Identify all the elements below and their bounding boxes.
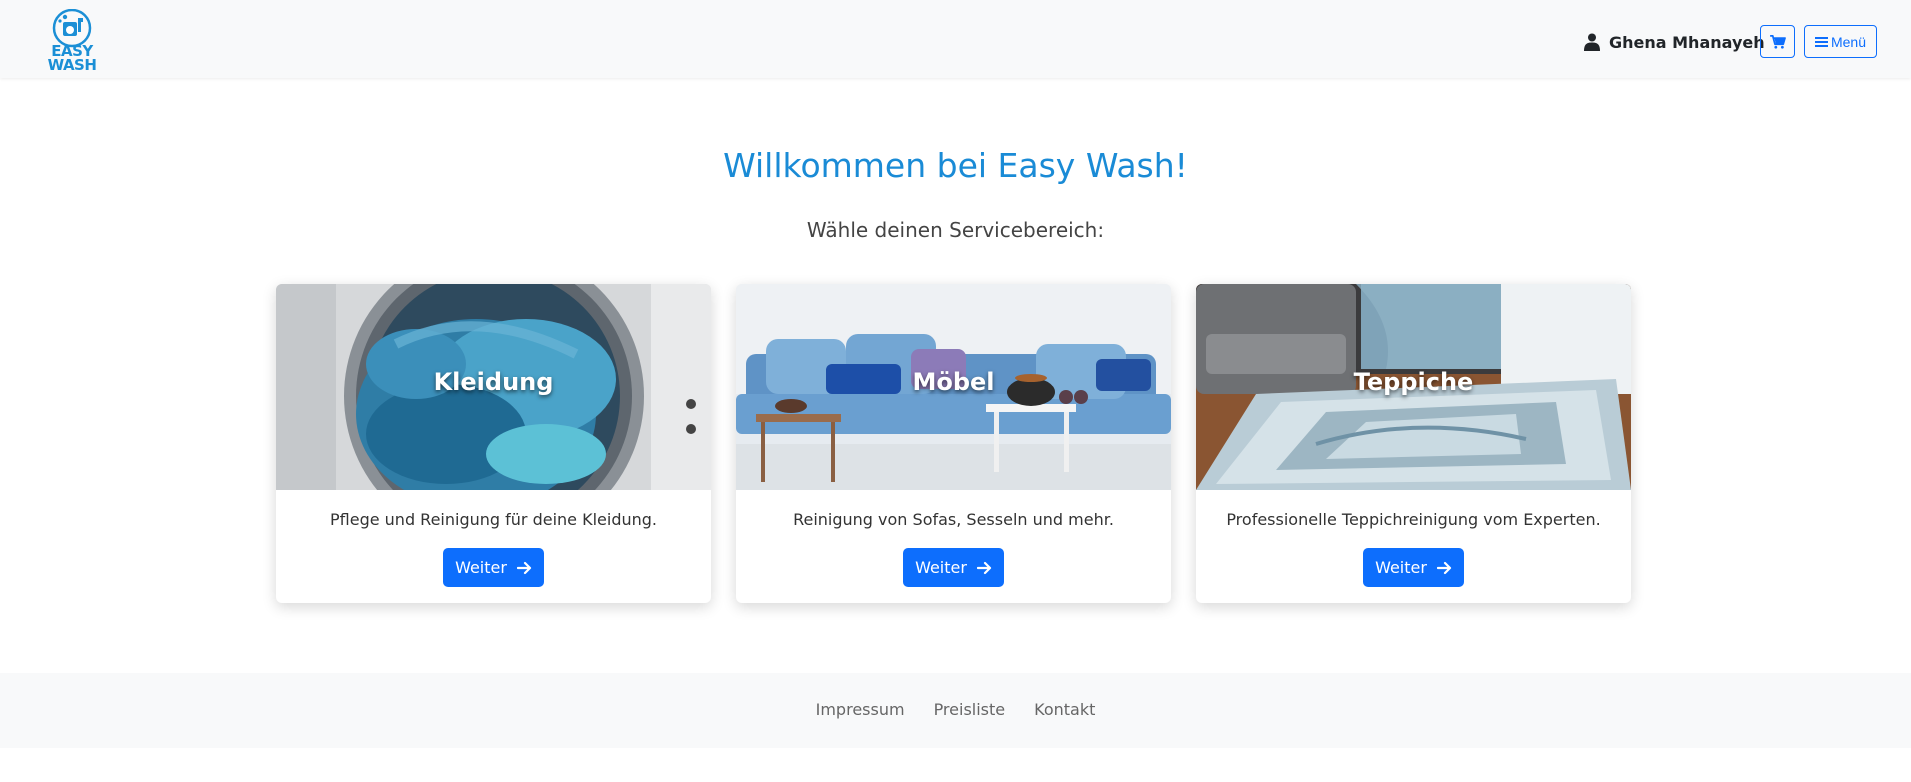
arrow-right-icon bbox=[516, 561, 532, 574]
weiter-label: Weiter bbox=[915, 558, 967, 577]
card-description: Pflege und Reinigung für deine Kleidung. bbox=[330, 510, 657, 529]
arrow-right-icon bbox=[1436, 561, 1452, 574]
service-card-moebel: Möbel Reinigung von Sofas, Sesseln und m… bbox=[736, 284, 1171, 603]
menu-button[interactable]: Menü bbox=[1804, 25, 1877, 58]
navbar: EASY WASH Ghena Mhanayeh Menü bbox=[0, 0, 1911, 78]
arrow-right-icon bbox=[976, 561, 992, 574]
footer-link-preisliste[interactable]: Preisliste bbox=[934, 700, 1006, 719]
card-image-label: Möbel bbox=[912, 368, 995, 396]
page-title: Willkommen bei Easy Wash! bbox=[723, 146, 1188, 185]
card-image-label: Teppiche bbox=[1353, 368, 1474, 396]
kleidung-image[interactable]: Kleidung bbox=[276, 284, 711, 490]
footer-links: Impressum Preisliste Kontakt bbox=[0, 700, 1911, 719]
easy-wash-logo[interactable]: EASY WASH bbox=[44, 8, 100, 74]
card-description: Professionelle Teppichreinigung vom Expe… bbox=[1226, 510, 1601, 529]
card-description: Reinigung von Sofas, Sesseln und mehr. bbox=[793, 510, 1114, 529]
page-subtitle: Wähle deinen Servicebereich: bbox=[806, 218, 1105, 242]
service-card-teppiche: Teppiche Professionelle Teppichreinigung… bbox=[1196, 284, 1631, 603]
weiter-button[interactable]: Weiter bbox=[443, 548, 544, 587]
user-icon bbox=[1584, 33, 1600, 51]
menu-label: Menü bbox=[1830, 33, 1867, 50]
weiter-button[interactable]: Weiter bbox=[903, 548, 1004, 587]
service-card-kleidung: Kleidung Pflege und Reinigung für deine … bbox=[276, 284, 711, 603]
weiter-label: Weiter bbox=[455, 558, 507, 577]
footer: Impressum Preisliste Kontakt bbox=[0, 673, 1911, 748]
teppiche-image[interactable]: Teppiche bbox=[1196, 284, 1631, 490]
weiter-button[interactable]: Weiter bbox=[1363, 548, 1464, 587]
footer-link-kontakt[interactable]: Kontakt bbox=[1034, 700, 1095, 719]
card-image-label: Kleidung bbox=[433, 368, 554, 396]
logo-text: EASY WASH bbox=[47, 42, 97, 74]
user-name: Ghena Mhanayeh bbox=[1609, 32, 1765, 52]
user-account[interactable]: Ghena Mhanayeh bbox=[1584, 29, 1765, 55]
moebel-image[interactable]: Möbel bbox=[736, 284, 1171, 490]
hamburger-icon bbox=[1814, 36, 1828, 47]
footer-link-impressum[interactable]: Impressum bbox=[816, 700, 905, 719]
cart-icon bbox=[1769, 34, 1786, 49]
cart-button[interactable] bbox=[1760, 25, 1795, 58]
weiter-label: Weiter bbox=[1375, 558, 1427, 577]
